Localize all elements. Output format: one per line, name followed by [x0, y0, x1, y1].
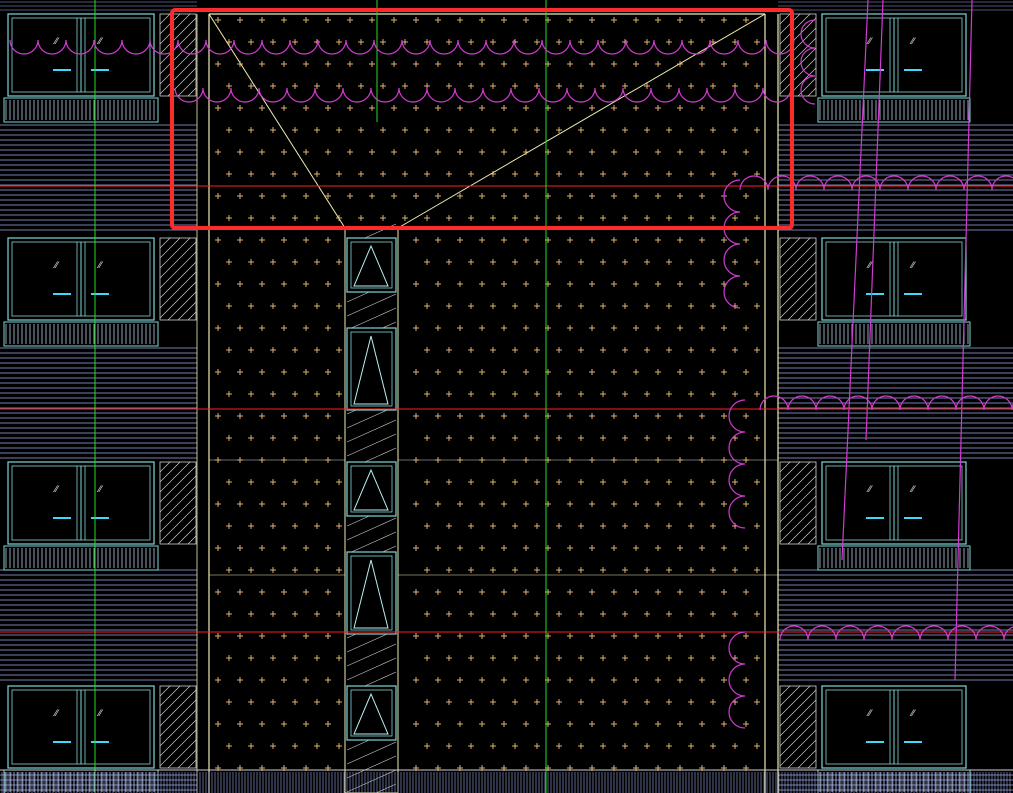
- stair-window-frame: [346, 551, 397, 635]
- stair-window-strip: [344, 223, 399, 793]
- stair-window-frame: [346, 327, 397, 411]
- cad-elevation-drawing: ⁄⁄ ⁄⁄⁄⁄ ⁄⁄⁄⁄ ⁄⁄⁄⁄ ⁄⁄ ⁄⁄ ⁄⁄⁄⁄ ⁄⁄⁄⁄ ⁄⁄⁄⁄ ⁄⁄: [0, 0, 1013, 793]
